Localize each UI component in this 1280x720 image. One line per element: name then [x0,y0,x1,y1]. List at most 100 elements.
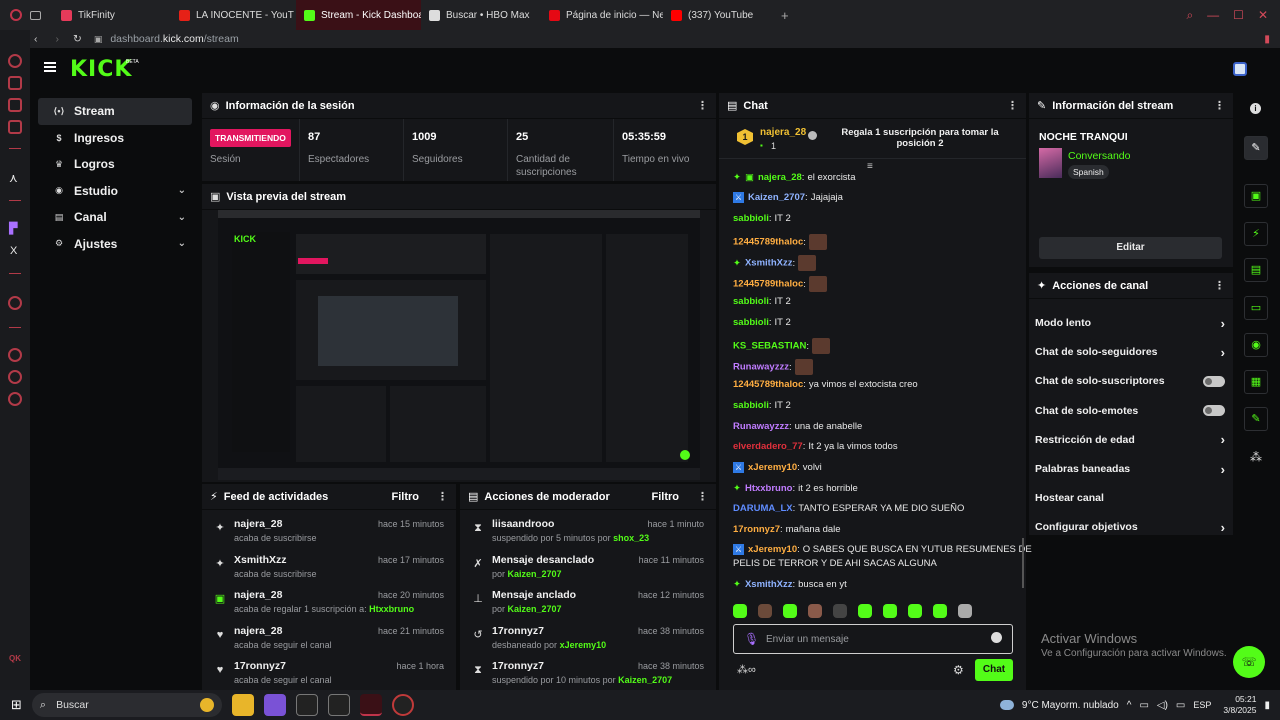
tray-chevron-icon[interactable]: ^ [1127,700,1132,711]
emote-shortcut-icon[interactable] [933,604,947,618]
chat-username[interactable]: sabbioli [733,400,769,411]
network-icon[interactable]: ▭ [1139,700,1148,711]
chat-username[interactable]: Kaizen_2707 [748,192,805,203]
emote-shortcut-icon[interactable] [883,604,897,618]
file-explorer-icon[interactable] [231,694,254,716]
chat-message[interactable]: ✦ XsmithXzz: busca en yt [733,579,847,590]
x-icon[interactable]: X [10,245,17,257]
chat-username[interactable]: 12445789thaloc [733,379,803,390]
chat-username[interactable]: KS_SEBASTIAN [733,341,806,352]
new-tab-icon[interactable]: + [781,8,789,23]
chat-send-button[interactable]: Chat [975,659,1013,681]
chat-message[interactable]: sabbioli: IT 2 [733,400,791,411]
nav-item-estudio[interactable]: ◉ Estudio ⌄ [38,178,192,205]
hamburger-menu-icon[interactable] [44,62,56,72]
nav-item-logros[interactable]: ♛ Logros [38,151,192,178]
kick-logo[interactable]: KICK [70,57,132,82]
channel-action-item[interactable]: Configurar objetivos › [1035,515,1225,539]
settings-icon[interactable] [8,392,22,406]
chat-message[interactable]: sabbioli: IT 2 [733,296,791,307]
chat-message[interactable]: KS_SEBASTIAN: [733,338,831,354]
emote-shortcut-icon[interactable] [733,604,747,618]
more-options-icon[interactable]: ⋮ [437,490,448,503]
forward-icon[interactable]: › [56,33,60,45]
chat-username[interactable]: XsmithXzz [745,579,793,590]
chat-message[interactable]: 17ronnyz7: mañana dale [733,524,841,535]
emote-shortcut-icon[interactable] [958,604,972,618]
history-icon[interactable] [8,348,22,362]
sidebar-app-icon[interactable]: QK [9,654,21,663]
search-tabs-icon[interactable]: ⌕ [1186,8,1193,23]
battery-icon[interactable]: ▭ [1176,700,1185,711]
support-chat-button[interactable]: ☏ [1233,646,1265,678]
chat-message[interactable]: ⚔ Kaizen_2707: Jajajaja [733,192,843,203]
microphone-icon[interactable]: 🎙 [744,632,759,646]
capcut-icon[interactable] [327,694,350,716]
toggle-switch[interactable] [1203,375,1225,387]
sidebar-app-icon[interactable] [8,76,22,90]
chat-message[interactable]: sabbioli: IT 2 [733,213,791,224]
volume-icon[interactable]: ◁) [1157,700,1168,711]
info-icon[interactable]: i [1250,103,1261,114]
chat-input[interactable]: 🎙 Enviar un mensaje [733,624,1013,654]
activity-highlight-user[interactable]: xJeremy10 [560,640,607,650]
minimize-icon[interactable]: — [1207,8,1219,23]
emote-shortcut-icon[interactable] [858,604,872,618]
nav-item-ingresos[interactable]: $ Ingresos [38,125,192,152]
sidebar-app-icon[interactable]: ⋏ [9,171,18,185]
reload-icon[interactable]: ↻ [73,33,82,45]
chat-username[interactable]: xJeremy10 [748,544,797,555]
chat-username[interactable]: sabbioli [733,317,769,328]
filter-button[interactable]: Filtro [392,491,420,503]
activity-highlight-user[interactable]: Kaizen_2707 [508,604,562,614]
chat-message[interactable]: 12445789thaloc: ya vimos el extocista cre… [733,379,918,390]
taskbar-search[interactable]: ⌕ Buscar [31,693,222,717]
activity-highlight-user[interactable]: shox_23 [613,533,649,543]
url-field[interactable]: dashboard.kick.com/stream [110,33,238,45]
chat-scrollbar[interactable] [1022,538,1024,588]
browser-tab[interactable]: Buscar • HBO Max [421,0,541,30]
channel-action-item[interactable]: Chat de solo-seguidores › [1035,340,1225,364]
nav-item-ajustes[interactable]: ⚙ Ajustes ⌄ [38,231,192,258]
browser-tab[interactable]: Página de inicio — Netflix [541,0,663,30]
browser-tab[interactable]: Stream - Kick Dashboard [296,0,421,30]
chat-message[interactable]: DARUMA_LX: TANTO ESPERAR YA ME DIO SUEÑO [733,503,964,514]
chat-username[interactable]: sabbioli [733,296,769,307]
chat-username[interactable]: Runawayzzz [733,421,789,432]
channel-action-item[interactable]: Chat de solo-emotes [1035,399,1225,423]
bolt-button[interactable]: ⚡ [1244,222,1268,246]
emote-shortcut-icon[interactable] [908,604,922,618]
more-options-icon[interactable]: ⋮ [1214,99,1225,112]
weather-text[interactable]: 9°C Mayorm. nublado [1022,700,1119,711]
chat-message[interactable]: sabbioli: IT 2 [733,317,791,328]
emote-shortcut-icon[interactable] [783,604,797,618]
toggle-switch[interactable] [1203,405,1225,417]
site-info-icon[interactable]: ▣ [94,34,103,45]
channel-action-item[interactable]: Modo lento › [1035,311,1225,335]
activity-highlight-user[interactable]: Htxxbruno [369,604,414,614]
browser-tab[interactable]: (337) YouTube [663,0,773,30]
tools-button[interactable]: ✎ [1244,407,1268,431]
category-name[interactable]: Conversando [1068,150,1130,162]
chat-username[interactable]: elverdadero_77 [733,441,803,452]
tab-actions-icon[interactable] [30,10,41,20]
chat-message[interactable]: Runawayzzz: una de anabelle [733,421,862,432]
stream-preview-video[interactable]: KICK [218,210,700,480]
emote-shortcut-icon[interactable] [833,604,847,618]
chat-message[interactable]: ⚔ xJeremy10: O SABES QUE BUSCA EN YUTUB RE… [733,544,1032,569]
chat-message[interactable]: 12445789thaloc: [733,234,827,250]
chat-message[interactable]: ✦ XsmithXzz: [733,255,817,271]
close-icon[interactable]: ✕ [1258,8,1268,23]
chat-username[interactable]: 12445789thaloc [733,279,803,290]
chat-username[interactable]: xJeremy10 [748,462,797,473]
maximize-icon[interactable]: ☐ [1233,8,1244,23]
opera-icon[interactable] [359,694,382,716]
browser-menu-icon[interactable]: ▮ [1264,33,1270,45]
sidebar-app-icon[interactable] [8,120,22,134]
sidebar-app-icon[interactable] [8,296,22,310]
more-options-icon[interactable]: ⋮ [1214,279,1225,292]
chat-settings-icon[interactable]: ⚙ [953,663,964,677]
chat-username[interactable]: sabbioli [733,213,769,224]
more-options-icon[interactable]: ⋮ [697,99,708,112]
chat-username[interactable]: najera_28 [758,172,802,183]
